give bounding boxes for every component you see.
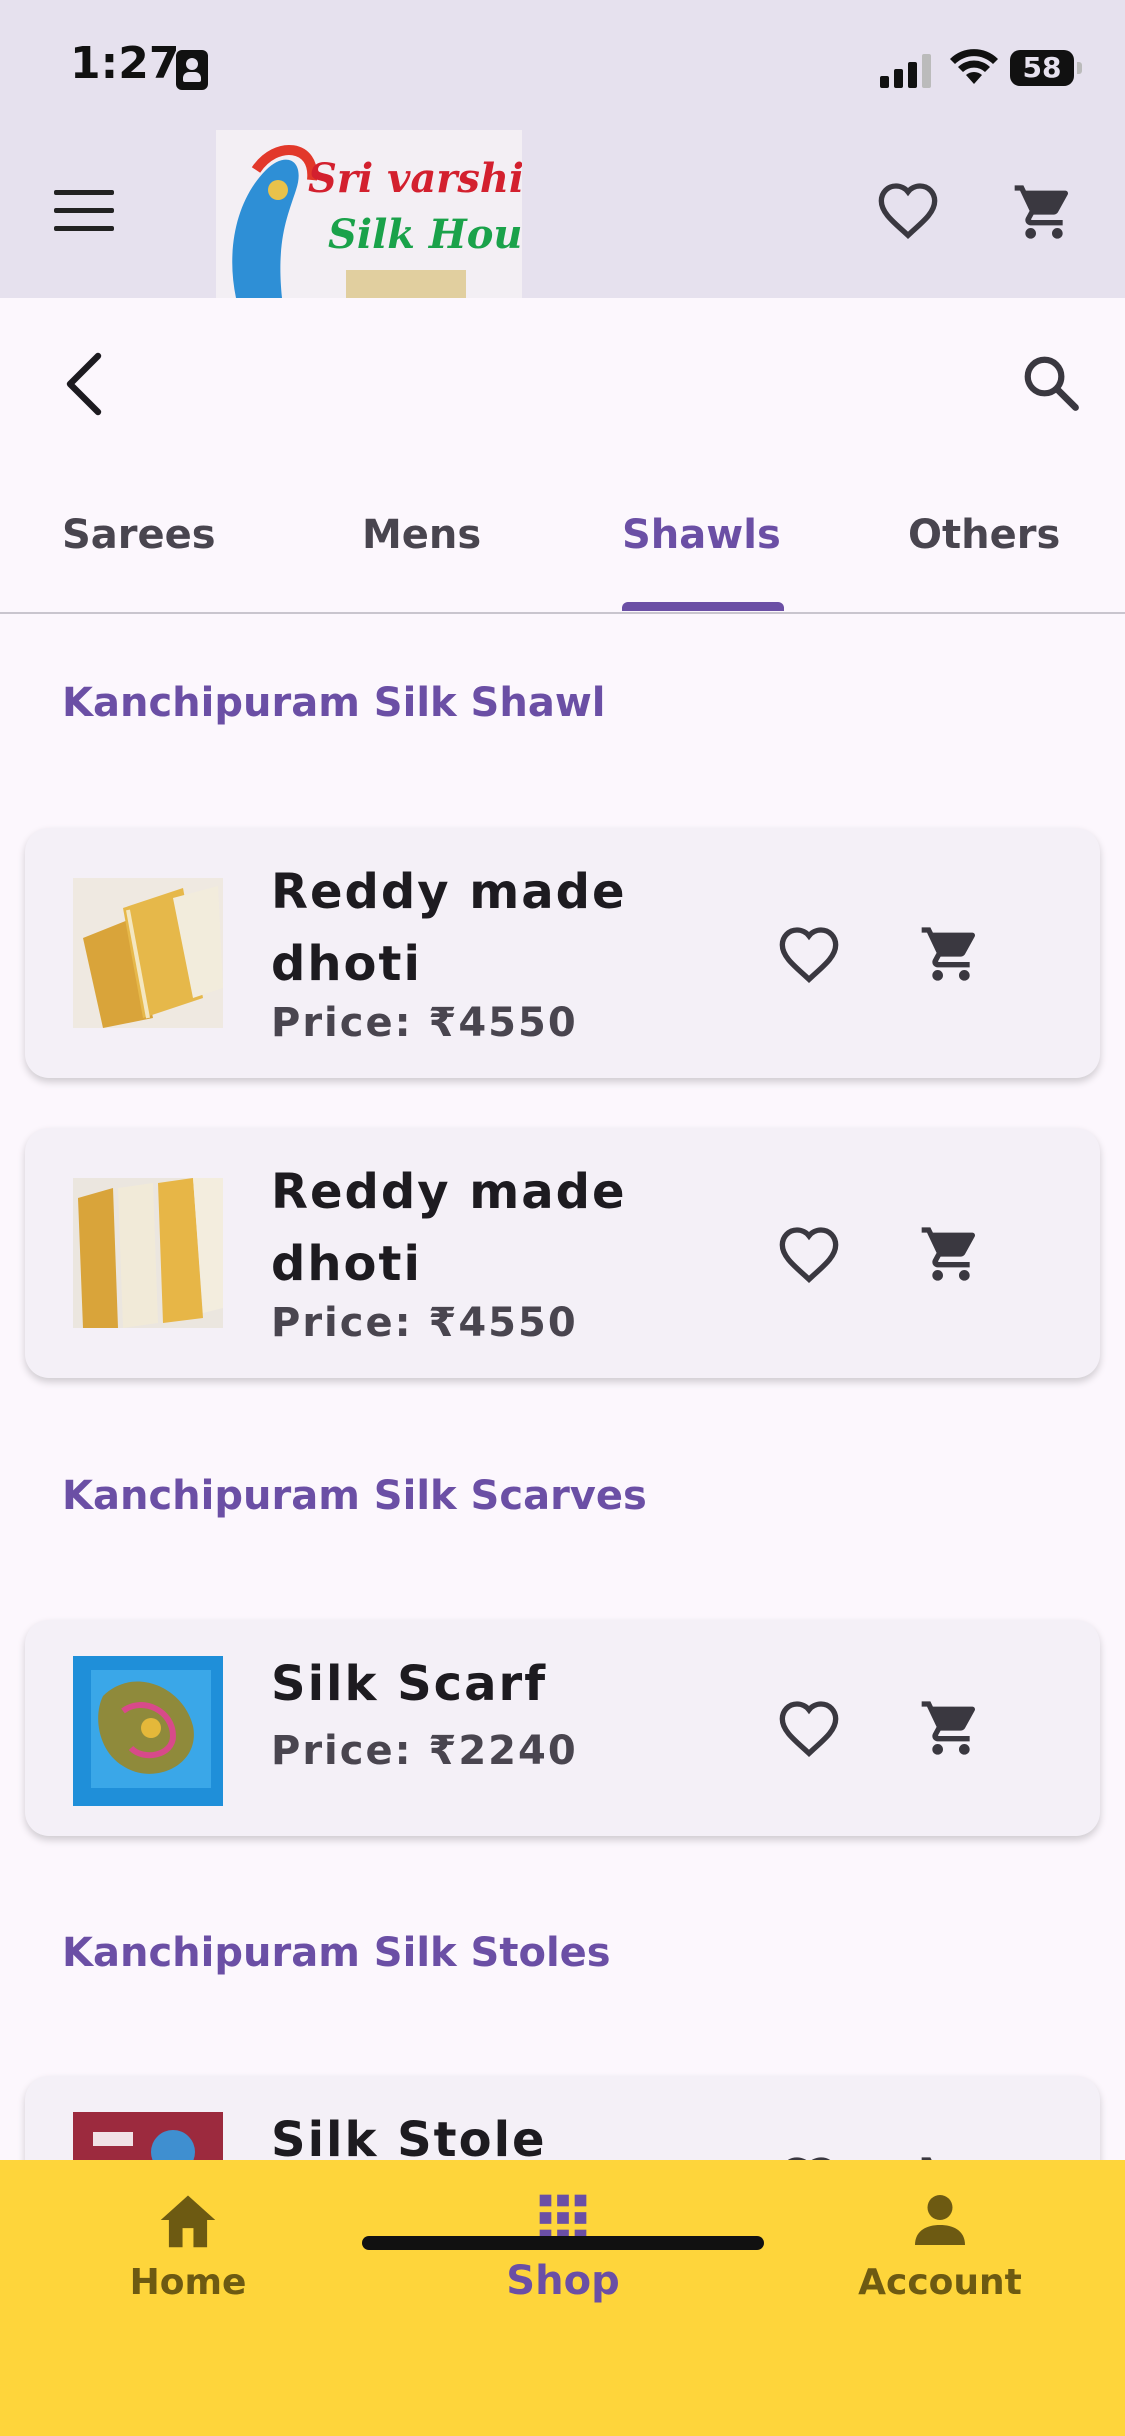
favorite-heart-icon[interactable] xyxy=(777,1224,841,1284)
tab-mens[interactable]: Mens xyxy=(362,512,481,558)
favorite-heart-icon[interactable] xyxy=(777,1698,841,1758)
home-indicator xyxy=(362,2236,764,2250)
status-time: 1:27 xyxy=(70,38,180,89)
search-icon[interactable] xyxy=(1020,352,1082,414)
logo-text-line2: Silk House xyxy=(328,211,522,258)
nav-account-label: Account xyxy=(858,2262,1022,2303)
tab-others[interactable]: Others xyxy=(908,512,1060,558)
wifi-icon xyxy=(950,49,998,84)
back-arrow-icon[interactable] xyxy=(58,350,106,418)
add-to-cart-icon[interactable] xyxy=(919,1696,983,1760)
product-card[interactable]: Reddy made dhoti Price: ₹4550 xyxy=(25,828,1100,1078)
contact-card-icon xyxy=(176,50,208,90)
nav-shop-label: Shop xyxy=(506,2258,620,2304)
person-icon xyxy=(915,2195,965,2245)
tab-shawls[interactable]: Shawls xyxy=(622,512,781,558)
nav-home-label: Home xyxy=(129,2262,247,2303)
bottom-navigation: Home Shop Account xyxy=(0,2160,1125,2436)
product-name: Reddy made dhoti xyxy=(271,864,627,992)
section-title: Kanchipuram Silk Stoles xyxy=(62,1930,611,1976)
product-price: Price: ₹4550 xyxy=(271,1000,578,1046)
product-card[interactable]: Silk Scarf Price: ₹2240 xyxy=(25,1620,1100,1836)
product-image xyxy=(73,1178,223,1328)
active-tab-indicator xyxy=(622,602,784,611)
product-card[interactable]: Reddy made dhoti Price: ₹4550 xyxy=(25,1128,1100,1378)
favorite-heart-icon[interactable] xyxy=(777,924,841,984)
shop-logo: Sri varshini Silk House xyxy=(216,130,522,298)
add-to-cart-icon[interactable] xyxy=(919,922,983,986)
product-name: Reddy made dhoti xyxy=(271,1164,627,1292)
menu-button[interactable] xyxy=(54,190,114,238)
cart-icon[interactable] xyxy=(1012,180,1076,244)
tab-sarees[interactable]: Sarees xyxy=(62,512,216,558)
product-price: Price: ₹2240 xyxy=(271,1728,578,1774)
product-name: Silk Scarf xyxy=(271,1656,548,1712)
section-title: Kanchipuram Silk Shawl xyxy=(62,680,606,726)
hamburger-icon xyxy=(54,190,114,195)
category-tabs: Sarees Mens Shawls Others xyxy=(0,500,1125,614)
app-header: 1:27 58 Sri varshini Silk House xyxy=(0,0,1125,298)
logo-text-line1: Sri varshini xyxy=(308,155,522,202)
add-to-cart-icon[interactable] xyxy=(919,1222,983,1286)
product-image xyxy=(73,1656,223,1806)
nav-home[interactable]: Home xyxy=(120,2190,256,2303)
cellular-signal-icon xyxy=(880,54,931,88)
product-image xyxy=(73,878,223,1028)
home-icon xyxy=(160,2195,216,2248)
battery-icon: 58 xyxy=(1010,50,1082,86)
product-price: Price: ₹4550 xyxy=(271,1300,578,1346)
nav-account[interactable]: Account xyxy=(852,2190,1028,2303)
favorites-heart-icon[interactable] xyxy=(876,180,940,240)
section-title: Kanchipuram Silk Scarves xyxy=(62,1473,647,1519)
